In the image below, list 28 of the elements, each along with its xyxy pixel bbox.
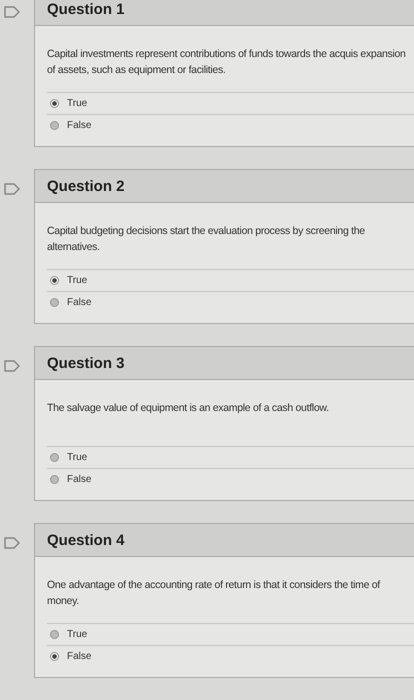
option-label[interactable]: False: [67, 474, 92, 485]
option-label[interactable]: False: [67, 651, 92, 662]
radio-button[interactable]: [50, 99, 59, 108]
flag-icon[interactable]: [4, 537, 20, 549]
question-title: Question 4: [47, 532, 125, 548]
radio-button[interactable]: [50, 453, 59, 462]
option-label[interactable]: True: [67, 275, 88, 286]
radio-button[interactable]: [50, 121, 59, 130]
question-title: Question 3: [47, 354, 125, 372]
radio-button[interactable]: [50, 276, 59, 285]
question-text: The salvage value of equipment is an example of a cash outflow.: [47, 401, 330, 416]
option-label[interactable]: False: [67, 120, 92, 131]
radio-button[interactable]: [50, 298, 59, 307]
flag-icon[interactable]: [4, 6, 20, 18]
radio-button[interactable]: [50, 630, 59, 639]
radio-button[interactable]: [50, 475, 59, 484]
option-label[interactable]: True: [67, 98, 88, 109]
flag-icon[interactable]: [4, 183, 20, 195]
question-title: Question 2: [47, 178, 125, 194]
question-title: Question 1: [47, 0, 125, 18]
option-label[interactable]: True: [67, 629, 88, 640]
question-text: Capital budgeting decisions start the evaluation process by screening the alternatives.: [47, 224, 366, 255]
question-text: Capital investments represent contributions of funds towards the acquis expansion of assets, such as equipment or facilities.: [47, 47, 407, 78]
flag-icon[interactable]: [4, 360, 20, 372]
radio-button[interactable]: [50, 652, 59, 661]
question-text: One advantage of the accounting rate of return is that it considers the time of money.: [47, 578, 382, 609]
option-label[interactable]: False: [67, 297, 92, 308]
option-label[interactable]: True: [67, 452, 88, 463]
